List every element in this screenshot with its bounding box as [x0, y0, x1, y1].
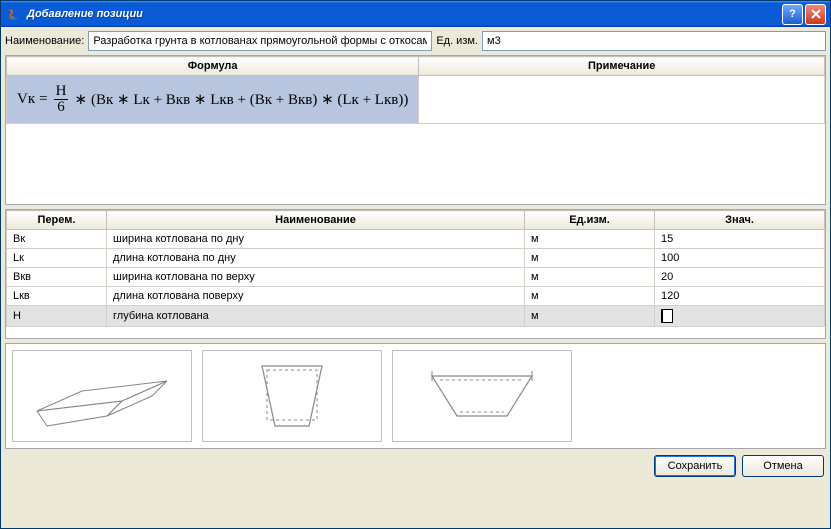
unit-cell[interactable]: м: [525, 287, 655, 306]
formula-table: Формула Примечание Vк = H 6 ∗: [6, 56, 825, 124]
name-cell[interactable]: ширина котлована по верху: [107, 268, 525, 287]
value-cell[interactable]: 100: [655, 249, 825, 268]
formula-row[interactable]: Vк = H 6 ∗ (Вк ∗ Lк + Bкв ∗ Lкв + (Bк + …: [7, 76, 825, 124]
images-panel: [5, 343, 826, 449]
table-row[interactable]: Bкширина котлована по днум15: [7, 230, 825, 249]
col-unit[interactable]: Ед.изм.: [525, 211, 655, 230]
unit-label: Ед. изм.: [436, 35, 478, 47]
var-cell[interactable]: Bкв: [7, 268, 107, 287]
formula-math: Vк = H 6 ∗ (Вк ∗ Lк + Bкв ∗ Lкв + (Bк + …: [17, 84, 408, 115]
col-value[interactable]: Знач.: [655, 211, 825, 230]
unit-cell[interactable]: м: [525, 230, 655, 249]
shape-thumb-2[interactable]: [202, 350, 382, 442]
col-note[interactable]: Примечание: [419, 57, 825, 76]
vars-table: Перем. Наименование Ед.изм. Знач. Bкшири…: [6, 210, 825, 327]
var-cell[interactable]: Lкв: [7, 287, 107, 306]
help-button[interactable]: ?: [782, 4, 803, 25]
formula-cell[interactable]: Vк = H 6 ∗ (Вк ∗ Lк + Bкв ∗ Lкв + (Bк + …: [7, 76, 419, 124]
close-button[interactable]: [805, 4, 826, 25]
var-cell[interactable]: Lк: [7, 249, 107, 268]
name-input[interactable]: [88, 31, 432, 51]
cancel-button[interactable]: Отмена: [742, 455, 824, 477]
unit-cell[interactable]: м: [525, 306, 655, 327]
unit-cell[interactable]: м: [525, 268, 655, 287]
col-var[interactable]: Перем.: [7, 211, 107, 230]
vars-panel: Перем. Наименование Ед.изм. Знач. Bкшири…: [5, 209, 826, 339]
shape-thumb-3[interactable]: [392, 350, 572, 442]
java-icon: [5, 6, 21, 22]
col-name[interactable]: Наименование: [107, 211, 525, 230]
save-button[interactable]: Сохранить: [654, 455, 736, 477]
table-row[interactable]: Lкдлина котлована по днум100: [7, 249, 825, 268]
name-label: Наименование:: [5, 35, 84, 47]
content-area: Наименование: Ед. изм. Формула Примечани…: [1, 27, 830, 528]
col-formula[interactable]: Формула: [7, 57, 419, 76]
value-cell[interactable]: 120: [655, 287, 825, 306]
table-row[interactable]: Lквдлина котлована поверхум120: [7, 287, 825, 306]
name-cell[interactable]: длина котлована поверху: [107, 287, 525, 306]
window: Добавление позиции ? Наименование: Ед. и…: [0, 0, 831, 529]
name-cell[interactable]: глубина котлована: [107, 306, 525, 327]
value-cell[interactable]: [655, 306, 825, 327]
value-cell[interactable]: 15: [655, 230, 825, 249]
formula-panel: Формула Примечание Vк = H 6 ∗: [5, 55, 826, 205]
note-cell[interactable]: [419, 76, 825, 124]
buttons-row: Сохранить Отмена: [5, 453, 826, 477]
titlebar: Добавление позиции ?: [1, 1, 830, 27]
name-cell[interactable]: длина котлована по дну: [107, 249, 525, 268]
name-row: Наименование: Ед. изм.: [5, 31, 826, 51]
unit-cell[interactable]: м: [525, 249, 655, 268]
var-cell[interactable]: Bк: [7, 230, 107, 249]
table-row[interactable]: Bквширина котлована по верхум20: [7, 268, 825, 287]
unit-input[interactable]: [482, 31, 826, 51]
var-cell[interactable]: H: [7, 306, 107, 327]
value-cell[interactable]: 20: [655, 268, 825, 287]
name-cell[interactable]: ширина котлована по дну: [107, 230, 525, 249]
window-title: Добавление позиции: [27, 8, 780, 20]
table-row[interactable]: Hглубина котлованам: [7, 306, 825, 327]
shape-thumb-1[interactable]: [12, 350, 192, 442]
